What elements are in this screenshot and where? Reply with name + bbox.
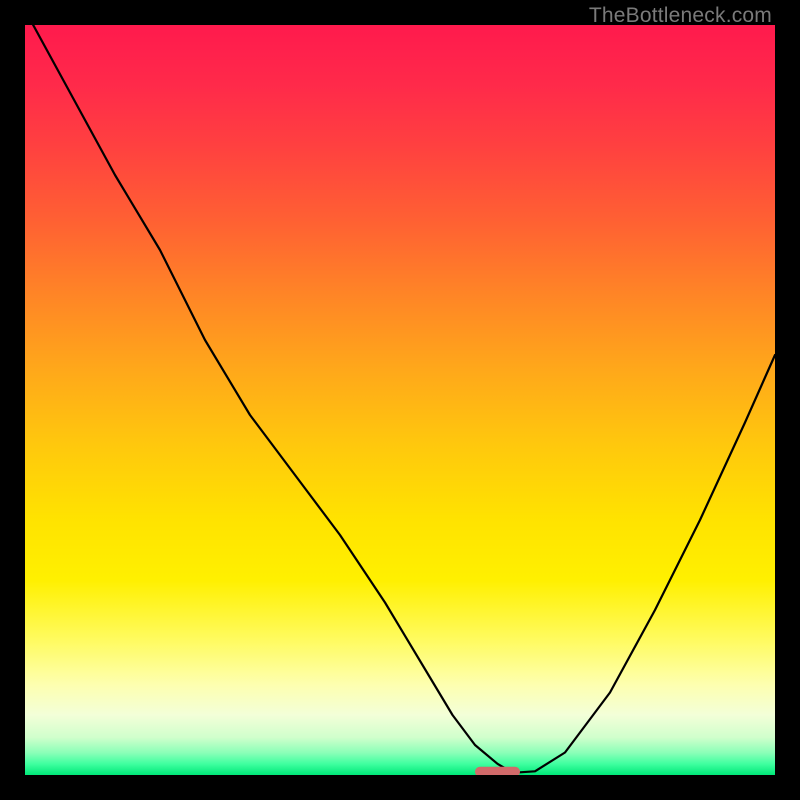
chart-frame: TheBottleneck.com [0,0,800,800]
plot-area [25,25,775,775]
bottleneck-curve [25,25,775,773]
optimal-marker [475,767,520,775]
chart-svg [25,25,775,775]
